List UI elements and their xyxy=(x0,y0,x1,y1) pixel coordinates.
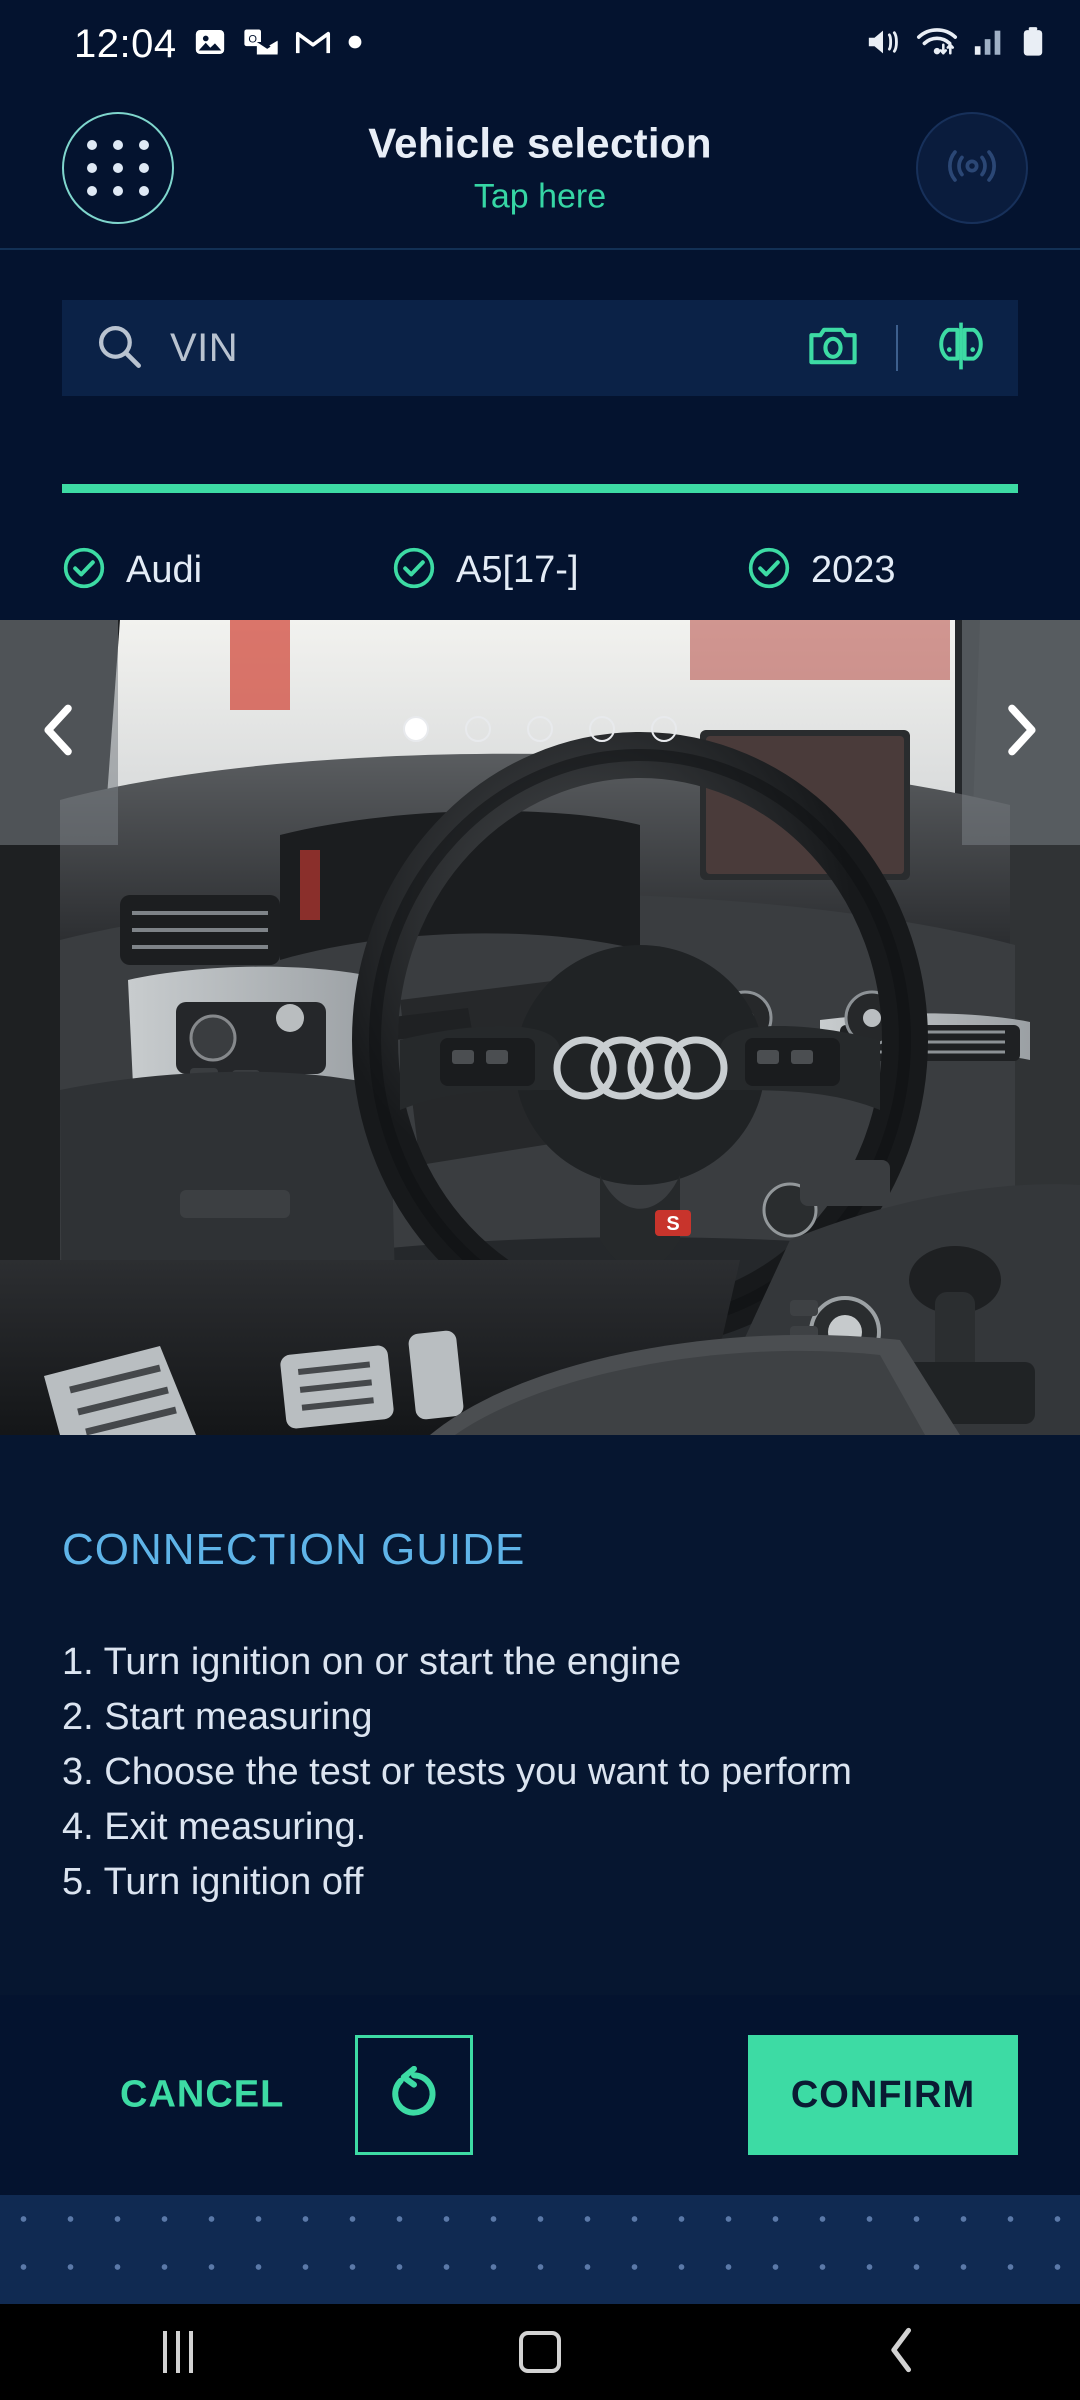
refresh-button[interactable] xyxy=(355,2035,473,2155)
status-bar-left: 12:04 O xyxy=(74,22,363,67)
chevron-left-icon xyxy=(37,703,81,762)
connection-guide-panel: CONNECTION GUIDE 1. Turn ignition on or … xyxy=(0,1435,1080,1995)
carousel-next-button[interactable] xyxy=(962,620,1080,845)
vehicle-selection-chips: Audi A5[17-] 2023 xyxy=(62,530,1018,610)
status-bar-right xyxy=(864,25,1046,64)
apps-grid-icon xyxy=(87,140,149,196)
icon-divider xyxy=(896,325,898,371)
mute-vibrate-icon xyxy=(864,25,902,64)
svg-text:S: S xyxy=(666,1213,679,1235)
check-circle-icon xyxy=(62,546,106,595)
status-clock: 12:04 xyxy=(74,21,177,66)
carousel-pagination-dots[interactable] xyxy=(403,716,677,742)
carousel-dot-5[interactable] xyxy=(651,716,677,742)
guide-step: 2. Start measuring xyxy=(62,1696,373,1738)
carousel-dot-1[interactable] xyxy=(403,716,429,742)
svg-text:O: O xyxy=(248,33,257,45)
vehicle-compare-icon[interactable] xyxy=(934,319,988,378)
check-circle-icon xyxy=(392,546,436,595)
carousel-dot-3[interactable] xyxy=(527,716,553,742)
outlook-icon: O xyxy=(243,25,279,64)
connection-status-button[interactable] xyxy=(916,112,1028,224)
vehicle-interior-photo: S xyxy=(0,620,1080,1435)
decorative-dot-band xyxy=(0,2195,1080,2305)
carousel-prev-button[interactable] xyxy=(0,620,118,845)
notification-dot-icon xyxy=(347,34,363,55)
back-icon[interactable] xyxy=(887,2327,917,2378)
home-icon[interactable] xyxy=(519,2331,561,2373)
vin-search-bar[interactable]: VIN xyxy=(62,300,1018,396)
chip-year-label: 2023 xyxy=(811,548,896,591)
chip-year[interactable]: 2023 xyxy=(747,546,896,595)
status-bar: 12:04 O xyxy=(0,0,1080,88)
search-input[interactable]: VIN xyxy=(170,326,780,371)
search-section: VIN xyxy=(0,250,1080,410)
check-circle-icon xyxy=(747,546,791,595)
chip-model[interactable]: A5[17-] xyxy=(392,546,747,595)
wireless-connection-icon xyxy=(941,135,1003,202)
guide-step: 4. Exit measuring. xyxy=(62,1806,367,1848)
photos-icon xyxy=(193,25,227,64)
action-bar: CANCEL CONFIRM xyxy=(0,1995,1080,2195)
guide-step: 5. Turn ignition off xyxy=(62,1861,364,1903)
guide-step: 1. Turn ignition on or start the engine xyxy=(62,1641,681,1683)
selection-progress-bar xyxy=(62,484,1018,493)
confirm-button[interactable]: CONFIRM xyxy=(748,2035,1018,2155)
camera-icon[interactable] xyxy=(806,319,860,378)
chip-make[interactable]: Audi xyxy=(62,546,392,595)
recents-icon[interactable] xyxy=(163,2331,193,2373)
gmail-icon xyxy=(295,25,331,64)
carousel-dot-4[interactable] xyxy=(589,716,615,742)
search-icon xyxy=(94,321,144,376)
app-root: 12:04 O Vehicle selection Tap here VIN A… xyxy=(0,0,1080,2400)
refresh-icon xyxy=(386,2065,442,2125)
connection-guide-title: CONNECTION GUIDE xyxy=(62,1525,526,1574)
carousel-dot-2[interactable] xyxy=(465,716,491,742)
vehicle-image-carousel[interactable]: S xyxy=(0,620,1080,1435)
wifi-icon xyxy=(916,25,958,64)
chevron-right-icon xyxy=(999,703,1043,762)
cellular-signal-icon xyxy=(972,25,1006,64)
battery-icon xyxy=(1020,25,1046,64)
apps-menu-button[interactable] xyxy=(62,112,174,224)
android-navigation-bar xyxy=(0,2304,1080,2400)
chip-make-label: Audi xyxy=(126,548,203,591)
app-header: Vehicle selection Tap here xyxy=(0,88,1080,250)
chip-model-label: A5[17-] xyxy=(456,548,579,591)
connection-guide-steps: 1. Turn ignition on or start the engine … xyxy=(62,1635,1022,1910)
cancel-button[interactable]: CANCEL xyxy=(120,2074,284,2117)
guide-step: 3. Choose the test or tests you want to … xyxy=(62,1751,852,1793)
